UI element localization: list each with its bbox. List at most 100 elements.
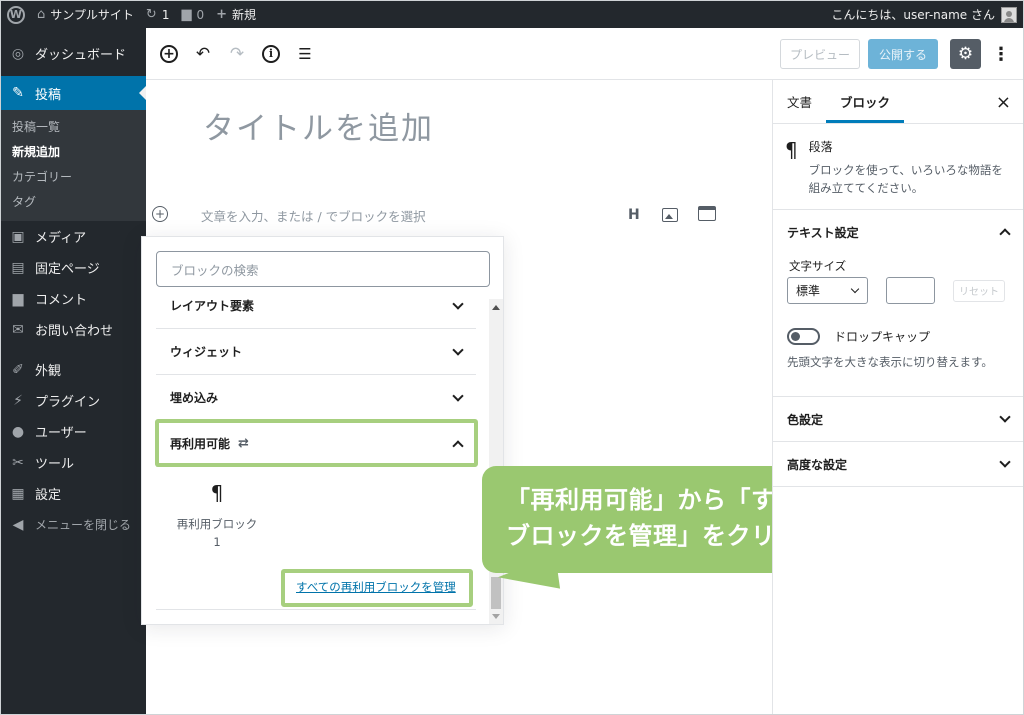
drop-cap-toggle[interactable] — [787, 328, 820, 345]
chevron-up-icon — [999, 228, 1011, 240]
custom-font-size-input[interactable] — [886, 277, 935, 304]
color-settings-header[interactable]: 色設定 — [773, 397, 1023, 441]
section-title: 色設定 — [787, 412, 824, 427]
paintbrush-icon: ✐ — [12, 361, 24, 378]
sidebar-item-appearance[interactable]: ✐ 外観 — [1, 354, 146, 385]
sidebar-item-comments[interactable]: ▆ コメント — [1, 283, 146, 314]
tab-block[interactable]: ブロック — [826, 80, 905, 123]
submenu-item-all-posts[interactable]: 投稿一覧 — [1, 115, 146, 140]
block-navigation-button[interactable]: ☰ — [294, 43, 316, 65]
font-size-value: 標準 — [796, 284, 821, 298]
panel-title: ウィジェット — [170, 345, 243, 359]
font-size-label: 文字サイズ — [789, 259, 847, 273]
sidebar-item-media[interactable]: ▣ メディア — [1, 221, 146, 252]
scroll-down-arrow-icon[interactable] — [492, 614, 500, 619]
block-search-input[interactable]: ブロックの検索 — [156, 251, 490, 287]
add-image-button[interactable] — [662, 208, 678, 222]
new-content-label: 新規 — [232, 8, 257, 22]
sidebar-item-label: 固定ページ — [35, 262, 100, 277]
collapse-menu-label: メニューを閉じる — [35, 518, 132, 532]
comments-menu[interactable]: ▆ 0 — [175, 1, 210, 28]
post-title-input[interactable]: タイトルを追加 — [203, 103, 434, 148]
tab-document[interactable]: 文書 — [773, 80, 826, 123]
user-greeting[interactable]: こんにちは、user-name さん — [831, 6, 995, 23]
add-block-button[interactable]: + — [158, 43, 180, 65]
submenu-item-categories[interactable]: カテゴリー — [1, 165, 146, 190]
chevron-down-icon — [452, 389, 464, 402]
settings-icon: ▦ — [11, 485, 25, 502]
inline-inserter-button[interactable]: + — [152, 206, 168, 222]
submenu-item-tags[interactable]: タグ — [1, 190, 146, 215]
comment-bubble-icon: ▆ — [181, 7, 192, 22]
sidebar-item-label: コメント — [35, 293, 88, 308]
updates-menu[interactable]: ↻ 1 — [140, 1, 176, 28]
sidebar-item-contact[interactable]: ✉ お問い合わせ — [1, 314, 146, 345]
submenu-item-add-new[interactable]: 新規追加 — [1, 140, 146, 165]
sidebar-item-label: 外観 — [35, 364, 62, 379]
block-card: ¶ 段落 ブロックを使って、いろいろな物語を組み立ててください。 — [773, 124, 1023, 210]
sidebar-item-label: メディア — [35, 231, 87, 246]
advanced-settings-header[interactable]: 高度な設定 — [773, 442, 1023, 486]
pages-icon: ▤ — [11, 259, 25, 276]
mail-icon: ✉ — [12, 321, 24, 338]
more-menu-button[interactable]: ⋮ — [992, 39, 1010, 69]
sidebar-item-plugins[interactable]: ⚡ プラグイン — [1, 385, 146, 416]
sidebar-item-label: 投稿 — [35, 87, 62, 103]
add-heading-button[interactable]: H — [628, 207, 640, 223]
dashboard-icon: ◎ — [11, 45, 25, 62]
chevron-down-icon — [999, 456, 1011, 468]
highlight-manage-link — [281, 569, 473, 607]
wordpress-logo-icon: W — [7, 5, 25, 24]
scroll-up-arrow-icon[interactable] — [492, 305, 500, 310]
plugin-icon: ⚡ — [13, 392, 23, 409]
content-info-button[interactable]: i — [260, 43, 282, 65]
plus-circle-icon: + — [154, 207, 166, 221]
sidebar-item-label: ダッシュボード — [35, 48, 127, 63]
image-icon — [662, 208, 678, 222]
plus-icon: + — [216, 7, 228, 22]
list-view-icon: ☰ — [298, 44, 312, 63]
panel-embeds[interactable]: 埋め込み — [156, 375, 476, 421]
admin-bar: W ⌂ サンプルサイト ↻ 1 ▆ 0 + 新規 こんにちは、user-name… — [1, 1, 1023, 28]
comment-icon: ▆ — [12, 290, 24, 307]
reusable-block-item[interactable]: ¶ 再利用ブロック 1 — [166, 481, 268, 549]
sidebar-item-dashboard[interactable]: ◎ ダッシュボード — [1, 38, 146, 69]
redo-button[interactable]: ↷ — [226, 43, 248, 65]
panel-title: レイアウト要素 — [170, 299, 255, 313]
settings-toggle-button[interactable]: ⚙ — [950, 39, 981, 69]
panel-layout-elements[interactable]: レイアウト要素 — [156, 283, 476, 329]
wp-logo-menu[interactable]: W — [1, 1, 31, 28]
reusable-block-label: 再利用ブロック — [176, 517, 258, 531]
font-size-select[interactable]: 標準 — [787, 277, 868, 304]
sidebar-item-label: 設定 — [35, 488, 62, 503]
preview-button[interactable]: プレビュー — [780, 39, 860, 69]
embed-icon — [698, 206, 716, 221]
sidebar-item-label: お問い合わせ — [35, 324, 114, 339]
paragraph-placeholder[interactable]: 文章を入力、または / でブロックを選択 — [201, 206, 426, 225]
undo-icon: ↶ — [195, 43, 211, 64]
media-icon: ▣ — [11, 228, 25, 245]
sidebar-item-label: ツール — [35, 457, 75, 472]
panel-widgets[interactable]: ウィジェット — [156, 329, 476, 375]
sidebar-item-tools[interactable]: ✂ ツール — [1, 447, 146, 478]
sidebar-item-posts[interactable]: ✎ 投稿 — [1, 76, 146, 110]
editor-actions: プレビュー 公開する ⚙ ⋮ — [772, 28, 1023, 80]
panel-title: 埋め込み — [170, 391, 219, 405]
reusable-block-count: 1 — [213, 535, 221, 549]
text-settings-header[interactable]: テキスト設定 — [773, 210, 1023, 254]
font-size-reset-button[interactable]: リセット — [953, 279, 1005, 302]
site-name-menu[interactable]: ⌂ サンプルサイト — [31, 1, 140, 28]
new-content-menu[interactable]: + 新規 — [210, 1, 262, 28]
user-avatar[interactable] — [1001, 6, 1017, 23]
sidebar-item-users[interactable]: ● ユーザー — [1, 416, 146, 447]
sidebar-item-pages[interactable]: ▤ 固定ページ — [1, 252, 146, 283]
paragraph-icon: ¶ — [785, 138, 798, 162]
chevron-down-icon — [999, 411, 1011, 423]
section-title: テキスト設定 — [787, 225, 859, 240]
add-embed-button[interactable] — [698, 206, 716, 221]
close-settings-button[interactable]: × — [996, 92, 1011, 113]
sidebar-item-settings[interactable]: ▦ 設定 — [1, 478, 146, 509]
publish-button[interactable]: 公開する — [868, 39, 938, 69]
collapse-menu-button[interactable]: ◀ メニューを閉じる — [1, 509, 146, 540]
undo-button[interactable]: ↶ — [192, 43, 214, 65]
